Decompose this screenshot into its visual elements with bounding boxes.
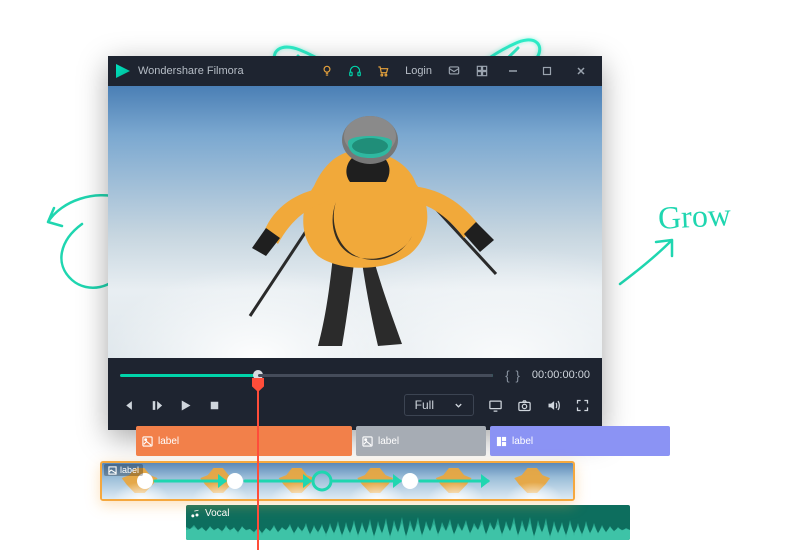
window-maximize-button[interactable] — [534, 59, 560, 83]
volume-button[interactable] — [546, 398, 561, 413]
chevron-down-icon — [454, 401, 463, 410]
clip-label: label — [378, 436, 399, 447]
progress-bar[interactable] — [120, 374, 493, 377]
timeline-clips-row: label label label — [136, 426, 676, 460]
image-icon — [142, 436, 153, 447]
cart-icon[interactable] — [373, 61, 393, 81]
timeline-clip[interactable]: label — [136, 426, 352, 456]
message-icon[interactable] — [444, 61, 464, 81]
app-logo-icon — [116, 64, 130, 78]
headphones-icon[interactable] — [345, 61, 365, 81]
preview-content — [180, 106, 530, 356]
timeline-audio-track[interactable]: Vocal — [186, 505, 630, 540]
image-icon — [362, 436, 373, 447]
snapshot-button[interactable] — [517, 398, 532, 413]
mark-in-button[interactable]: { — [505, 368, 509, 383]
window-minimize-button[interactable] — [500, 59, 526, 83]
lightbulb-icon[interactable] — [317, 61, 337, 81]
timeline-clip[interactable]: label — [490, 426, 670, 456]
fullscreen-button[interactable] — [575, 398, 590, 413]
display-toggle-button[interactable] — [488, 398, 503, 413]
timecode-display: 00:00:00:00 — [532, 369, 590, 381]
play-pause-button[interactable] — [149, 398, 164, 413]
music-icon — [191, 509, 201, 519]
player-controls: { } 00:00:00:00 — [108, 358, 602, 430]
grid-icon[interactable] — [472, 61, 492, 81]
timeline-clip[interactable]: label — [356, 426, 486, 456]
stop-button[interactable] — [207, 398, 222, 413]
video-strip-label: label — [104, 464, 143, 476]
grow-label: Grow — [657, 196, 732, 237]
app-window: Wondershare Filmora Login — [108, 56, 602, 430]
play-button[interactable] — [178, 398, 193, 413]
mark-out-button[interactable]: } — [516, 368, 520, 383]
clip-label: label — [512, 436, 533, 447]
layout-icon — [496, 436, 507, 447]
window-close-button[interactable] — [568, 59, 594, 83]
timeline-playhead[interactable] — [257, 388, 259, 550]
timeline-video-track[interactable] — [100, 461, 575, 501]
quality-label: Full — [415, 398, 434, 412]
image-icon — [108, 466, 117, 475]
prev-frame-button[interactable] — [120, 398, 135, 413]
quality-select[interactable]: Full — [404, 394, 474, 416]
clip-label: label — [158, 436, 179, 447]
preview-viewport — [108, 86, 602, 358]
audio-track-label: Vocal — [205, 508, 229, 519]
arrow-doodle-right — [614, 232, 684, 292]
titlebar: Wondershare Filmora Login — [108, 56, 602, 86]
app-title: Wondershare Filmora — [138, 65, 244, 77]
waveform — [186, 505, 630, 540]
login-link[interactable]: Login — [401, 65, 436, 77]
